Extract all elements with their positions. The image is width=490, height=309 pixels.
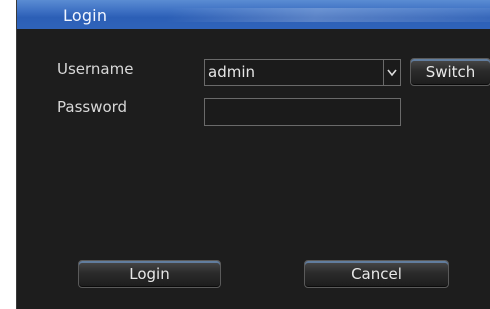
cancel-button[interactable]: Cancel — [304, 260, 449, 288]
switch-button[interactable]: Switch — [410, 58, 490, 86]
password-label: Password — [57, 98, 128, 116]
title-bar[interactable]: Login — [17, 0, 490, 29]
dialog-title: Login — [63, 6, 108, 25]
username-dropdown-button[interactable] — [383, 59, 401, 86]
chevron-down-icon — [387, 69, 397, 76]
username-field[interactable] — [204, 59, 384, 86]
username-label: Username — [57, 60, 134, 78]
login-button[interactable]: Login — [78, 260, 221, 288]
login-dialog: Login Username Switch Password Login Can… — [16, 0, 490, 309]
password-field[interactable] — [204, 98, 401, 126]
